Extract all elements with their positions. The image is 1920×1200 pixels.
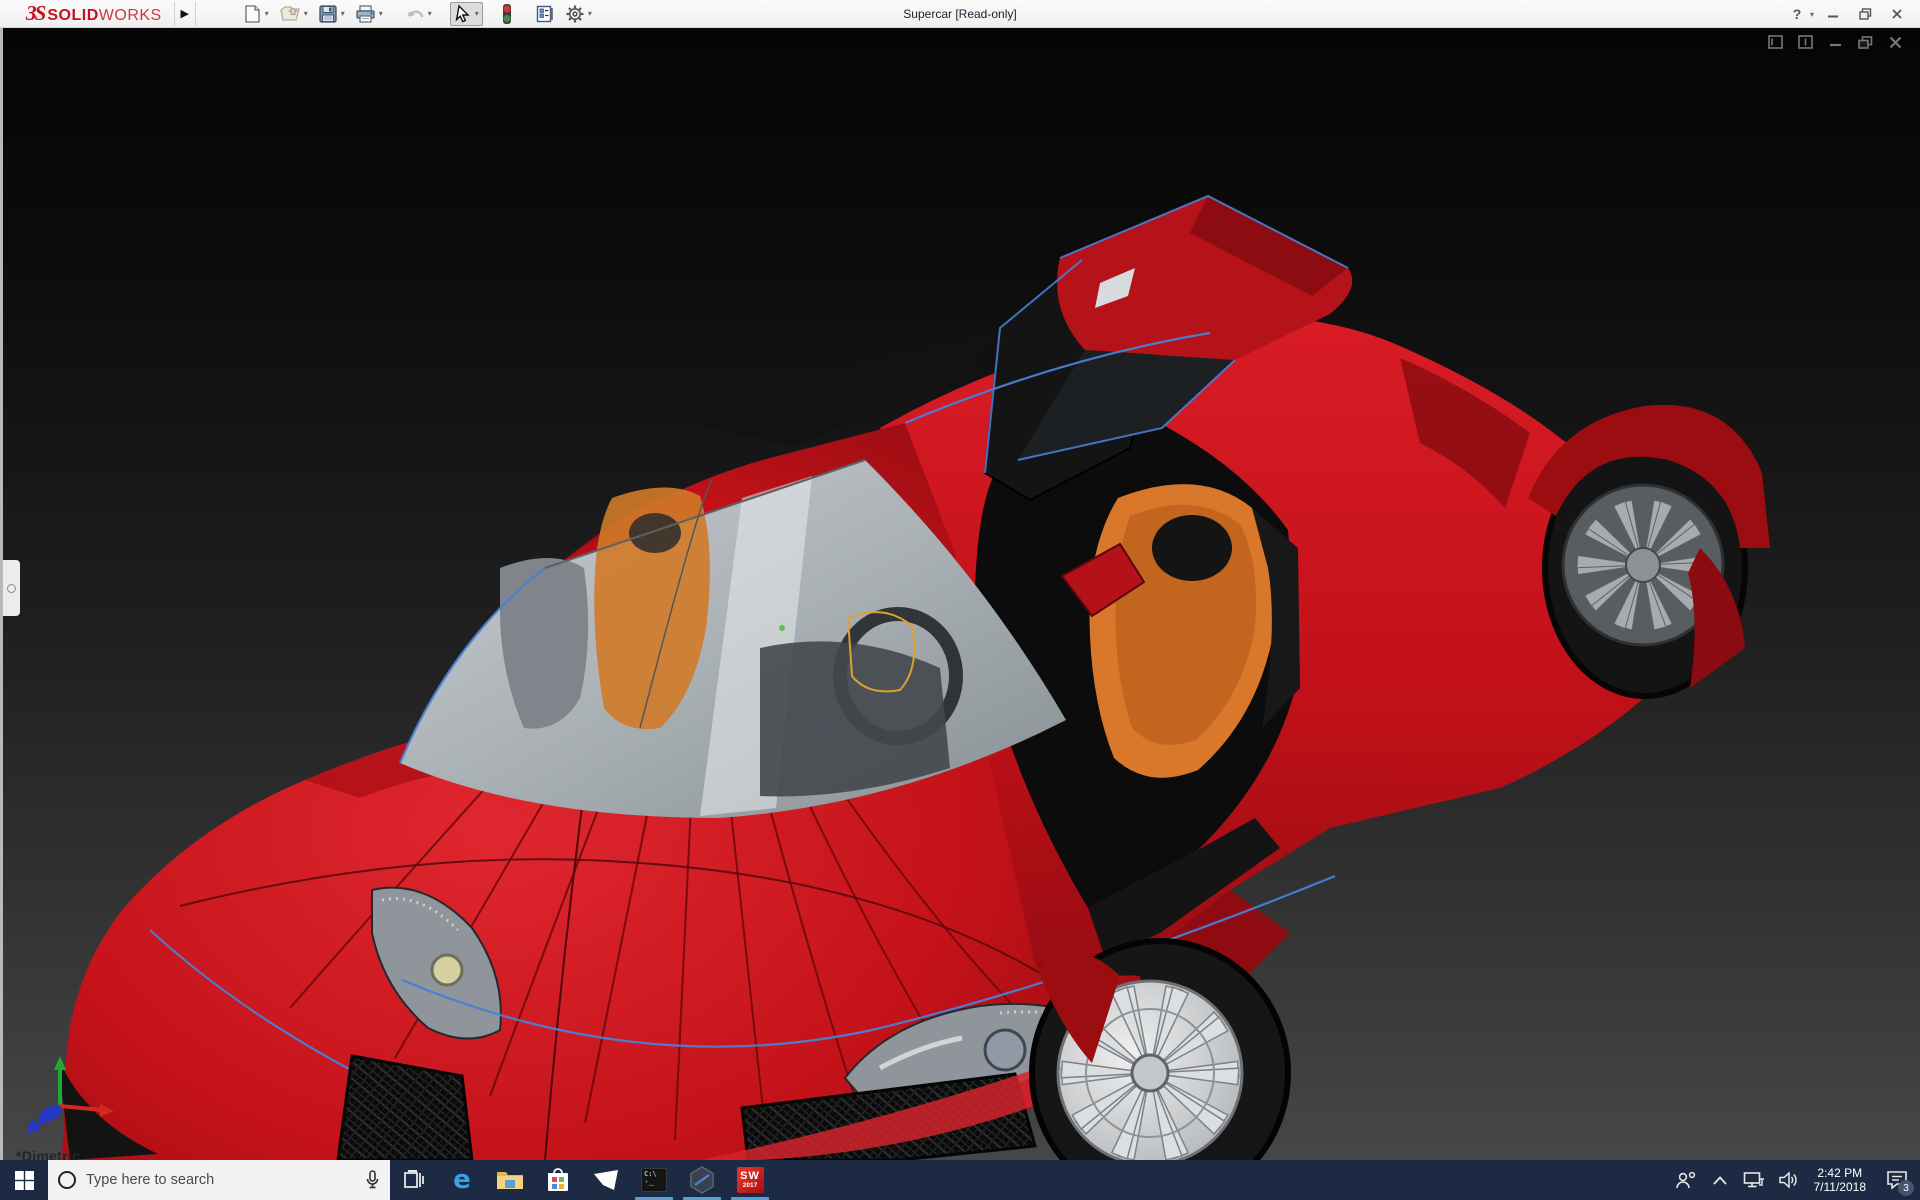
minimize-icon xyxy=(1827,8,1839,20)
open-caret-icon[interactable]: ▾ xyxy=(304,9,308,18)
command-prompt-icon: C:\ ›_ xyxy=(641,1168,667,1192)
taskbar-file-explorer-button[interactable] xyxy=(486,1160,534,1200)
open-folder-icon xyxy=(279,4,301,24)
network-icon xyxy=(1743,1171,1765,1189)
network-button[interactable] xyxy=(1742,1160,1766,1200)
solidworks-logo-works: WORKS xyxy=(99,7,162,25)
menu-flyout-button[interactable]: ▶ xyxy=(174,2,196,26)
doc-pane-button-1[interactable] xyxy=(1766,34,1784,50)
taskbar-store-button[interactable] xyxy=(534,1160,582,1200)
taskbar-edge-button[interactable]: e xyxy=(438,1160,486,1200)
action-center-button[interactable]: 3 xyxy=(1880,1160,1914,1200)
taskbar-command-prompt-button[interactable]: C:\ ›_ xyxy=(630,1160,678,1200)
options-gear-icon xyxy=(565,4,585,24)
taskbar-edrawings-button[interactable] xyxy=(678,1160,726,1200)
edge-icon: e xyxy=(453,1165,471,1195)
new-document-button[interactable]: ▾ xyxy=(238,2,273,26)
restore-button[interactable] xyxy=(1852,3,1878,25)
store-icon xyxy=(546,1167,570,1193)
people-icon xyxy=(1675,1171,1697,1189)
taskbar-mail-button[interactable] xyxy=(582,1160,630,1200)
people-button[interactable] xyxy=(1674,1160,1698,1200)
help-caret-icon[interactable]: ▾ xyxy=(1810,10,1814,19)
undo-button[interactable]: ▾ xyxy=(401,2,436,26)
mail-icon xyxy=(593,1169,619,1191)
doc-restore-button[interactable] xyxy=(1856,34,1874,50)
options-caret-icon[interactable]: ▾ xyxy=(588,9,592,18)
help-button[interactable]: ? xyxy=(1784,3,1810,25)
open-document-button[interactable]: ▾ xyxy=(275,2,312,26)
close-button[interactable] xyxy=(1884,3,1910,25)
restore-icon xyxy=(1859,8,1872,20)
properties-list-icon xyxy=(535,4,555,24)
doc-restore-icon xyxy=(1858,36,1873,49)
doc-close-icon xyxy=(1889,36,1902,49)
microphone-icon[interactable] xyxy=(365,1170,380,1190)
print-caret-icon[interactable]: ▾ xyxy=(379,9,383,18)
app-window-controls: ? ▾ xyxy=(1784,0,1910,28)
clock[interactable]: 2:42 PM 7/11/2018 xyxy=(1810,1166,1871,1194)
doc-minimize-button[interactable] xyxy=(1826,34,1844,50)
speaker-icon xyxy=(1778,1171,1798,1189)
search-input[interactable] xyxy=(86,1172,355,1188)
print-icon xyxy=(355,4,376,24)
save-caret-icon[interactable]: ▾ xyxy=(341,9,345,18)
doc-close-button[interactable] xyxy=(1886,34,1904,50)
graphics-viewport[interactable]: *Dimetric xyxy=(0,28,1920,1160)
windows-taskbar: e C:\ ›_ SW xyxy=(0,1160,1920,1200)
undo-caret-icon[interactable]: ▾ xyxy=(428,9,432,18)
select-cursor-icon xyxy=(454,4,472,24)
solidworks-logo: ЗS SOLID WORKS xyxy=(26,1,162,26)
doc-pane-button-2[interactable] xyxy=(1796,34,1814,50)
task-view-icon xyxy=(403,1169,425,1191)
quick-access-toolbar: ▾ ▾ ▾ ▾ xyxy=(238,2,596,26)
xpress-products-button[interactable] xyxy=(497,2,517,26)
supercar-3d-model[interactable] xyxy=(0,28,1920,1160)
solidworks-logo-solid: SOLID xyxy=(47,7,98,25)
volume-button[interactable] xyxy=(1776,1160,1800,1200)
feature-manager-flyout-tab[interactable] xyxy=(3,560,20,616)
clock-date: 7/11/2018 xyxy=(1814,1180,1867,1194)
doc-minimize-icon xyxy=(1829,36,1842,49)
system-tray: 2:42 PM 7/11/2018 3 xyxy=(1674,1160,1920,1200)
titlebar: ЗS SOLID WORKS ▶ ▾ ▾ xyxy=(0,0,1920,28)
close-icon xyxy=(1891,8,1903,20)
new-caret-icon[interactable]: ▾ xyxy=(265,9,269,18)
solidworks-logo-mark: ЗS xyxy=(26,1,44,26)
orientation-triad xyxy=(18,1054,118,1138)
save-floppy-icon xyxy=(318,4,338,24)
hexagon-app-icon xyxy=(688,1166,716,1194)
new-document-icon xyxy=(242,4,262,24)
taskbar-empty-space xyxy=(774,1160,1674,1200)
undo-icon xyxy=(405,4,425,24)
clock-time: 2:42 PM xyxy=(1814,1166,1867,1180)
taskbar-task-view-button[interactable] xyxy=(390,1160,438,1200)
tray-expand-button[interactable] xyxy=(1708,1160,1732,1200)
chevron-up-icon xyxy=(1713,1176,1727,1185)
file-explorer-icon xyxy=(496,1168,524,1192)
options-button[interactable]: ▾ xyxy=(561,2,596,26)
select-tool-button[interactable]: ▾ xyxy=(450,2,483,26)
taskbar-solidworks-button[interactable]: SW 2017 xyxy=(726,1160,774,1200)
document-window-controls xyxy=(1766,34,1904,50)
start-button[interactable] xyxy=(0,1160,48,1200)
print-button[interactable]: ▾ xyxy=(351,2,387,26)
traffic-light-icon xyxy=(501,3,513,25)
select-caret-icon[interactable]: ▾ xyxy=(475,9,479,18)
pane-icon-2 xyxy=(1798,35,1813,49)
car-body-group xyxy=(58,196,1770,1160)
minimize-button[interactable] xyxy=(1820,3,1846,25)
properties-button[interactable] xyxy=(531,2,559,26)
save-button[interactable]: ▾ xyxy=(314,2,349,26)
flyout-tab-icon xyxy=(7,584,16,593)
flyout-arrow-icon: ▶ xyxy=(180,7,188,20)
cortana-icon xyxy=(58,1171,76,1189)
pane-icon xyxy=(1768,35,1783,49)
taskbar-search[interactable] xyxy=(48,1160,390,1200)
windows-logo-icon xyxy=(15,1171,34,1190)
solidworks-2017-icon: SW 2017 xyxy=(737,1167,764,1193)
notification-badge: 3 xyxy=(1898,1180,1914,1196)
